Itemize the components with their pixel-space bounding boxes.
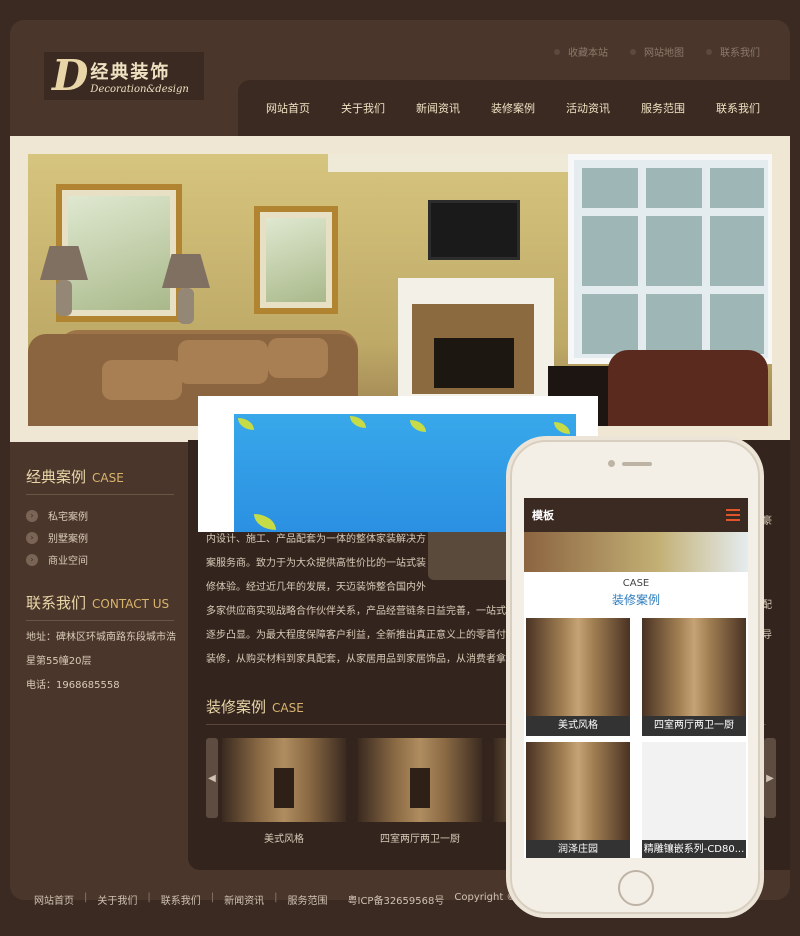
menu-icon[interactable]	[726, 509, 740, 521]
main-nav: 网站首页 关于我们 新闻资讯 装修案例 活动资讯 服务范围 联系我们	[238, 80, 790, 136]
footer-link-about[interactable]: 关于我们	[97, 892, 137, 907]
nav-news[interactable]: 新闻资讯	[416, 100, 460, 116]
nav-events[interactable]: 活动资讯	[566, 100, 610, 116]
wall-painting	[254, 206, 338, 314]
logo-cn: 经典装饰	[90, 61, 171, 83]
phone-case-item[interactable]: 四室两厅两卫一厨	[642, 618, 746, 736]
contact-address-2: 星第55幢20层	[26, 656, 92, 667]
window	[568, 154, 772, 364]
sidebar-item-commercial[interactable]: › 商业空间	[26, 552, 88, 567]
logo-letter: D	[52, 51, 89, 100]
arrow-right-icon: ›	[26, 531, 38, 544]
armchair	[608, 350, 768, 426]
site-logo[interactable]: D 经典装饰 Decoration&design	[44, 52, 204, 100]
case-card[interactable]: 美式风格	[222, 738, 346, 845]
home-button[interactable]	[618, 870, 654, 906]
phone-case-item[interactable]: 精雕镶嵌系列-CD80...	[642, 742, 746, 858]
sidebar-item-villa[interactable]: › 别墅案例	[26, 530, 88, 545]
dot-icon	[554, 48, 560, 55]
top-link-contact[interactable]: 联系我们	[706, 44, 760, 59]
sidebar-item-private[interactable]: › 私宅案例	[26, 508, 88, 523]
top-link-sitemap[interactable]: 网站地图	[630, 44, 684, 59]
contact-address-1: 地址：碑林区环城南路东段城市浩	[26, 632, 176, 643]
nav-cases[interactable]: 装修案例	[491, 100, 535, 116]
tv	[428, 200, 520, 260]
about-text: 内设计、施工、产品配套为一体的整体家装解决方 案服务商。致力于为大众提供高性价比…	[206, 534, 506, 665]
phone-case-item[interactable]: 美式风格	[526, 618, 630, 736]
case-image	[222, 738, 346, 822]
sidebar-contact-title: 联系我们 CONTACT US	[26, 594, 170, 612]
contact-phone: 电话：1968685558	[26, 680, 120, 691]
speaker-icon	[622, 462, 652, 466]
nav-services[interactable]: 服务范围	[641, 100, 685, 116]
camera-icon	[608, 460, 615, 467]
contact-info: 地址：碑林区环城南路东段城市浩 星第55幢20层 电话：1968685558	[26, 626, 186, 698]
dot-icon	[706, 48, 712, 55]
footer-link-news[interactable]: 新闻资讯	[224, 892, 264, 907]
logo-en: Decoration&design	[90, 83, 189, 95]
divider	[26, 620, 174, 621]
footer-icp: 粤ICP备32659568号	[347, 896, 445, 907]
nav-home[interactable]: 网站首页	[266, 100, 310, 116]
divider	[26, 494, 174, 495]
nav-contact[interactable]: 联系我们	[716, 100, 760, 116]
phone-header: 模板	[524, 498, 748, 532]
phone-logo: 模板	[532, 509, 554, 522]
cropped-text: 导	[762, 630, 772, 641]
carousel-prev-button[interactable]: ◀	[206, 738, 218, 818]
nav-about[interactable]: 关于我们	[341, 100, 385, 116]
carousel-next-button[interactable]: ▶	[764, 738, 776, 818]
footer: 网站首页 | 关于我们 | 联系我们 | 新闻资讯 | 服务范围 粤ICP备32…	[34, 892, 562, 907]
phone-case-cn: 装修案例	[611, 593, 660, 607]
phone-case-grid: 美式风格 四室两厅两卫一厨 润泽庄园 精雕镶嵌系列-CD80...	[524, 608, 748, 858]
phone-mockup: 模板 CASE 装修案例 美式风格 四室两厅两卫一厨 润泽庄园 精雕镶嵌系列-C…	[510, 440, 760, 914]
case-section-title: 装修案例 CASE	[206, 698, 304, 716]
phone-case-item[interactable]: 润泽庄园	[526, 742, 630, 858]
top-link-bookmark[interactable]: 收藏本站	[554, 44, 608, 59]
sidebar-case-title: 经典案例 CASE	[26, 468, 124, 486]
case-card[interactable]: 四室两厅两卫一厨	[358, 738, 482, 845]
case-image	[358, 738, 482, 822]
banner-image	[28, 154, 772, 426]
cropped-text: 配	[762, 600, 772, 611]
arrow-right-icon: ›	[26, 509, 38, 522]
phone-banner	[524, 532, 748, 572]
top-links: 收藏本站 网站地图 联系我们	[554, 44, 760, 59]
footer-link-home[interactable]: 网站首页	[34, 892, 74, 907]
phone-screen: 模板 CASE 装修案例 美式风格 四室两厅两卫一厨 润泽庄园 精雕镶嵌系列-C…	[524, 498, 748, 858]
cropped-text: 豪	[762, 516, 772, 527]
arrow-right-icon: ›	[26, 553, 38, 566]
footer-link-services[interactable]: 服务范围	[288, 892, 328, 907]
phone-case-en: CASE	[622, 578, 650, 589]
footer-link-contact[interactable]: 联系我们	[161, 892, 201, 907]
dot-icon	[630, 48, 636, 55]
